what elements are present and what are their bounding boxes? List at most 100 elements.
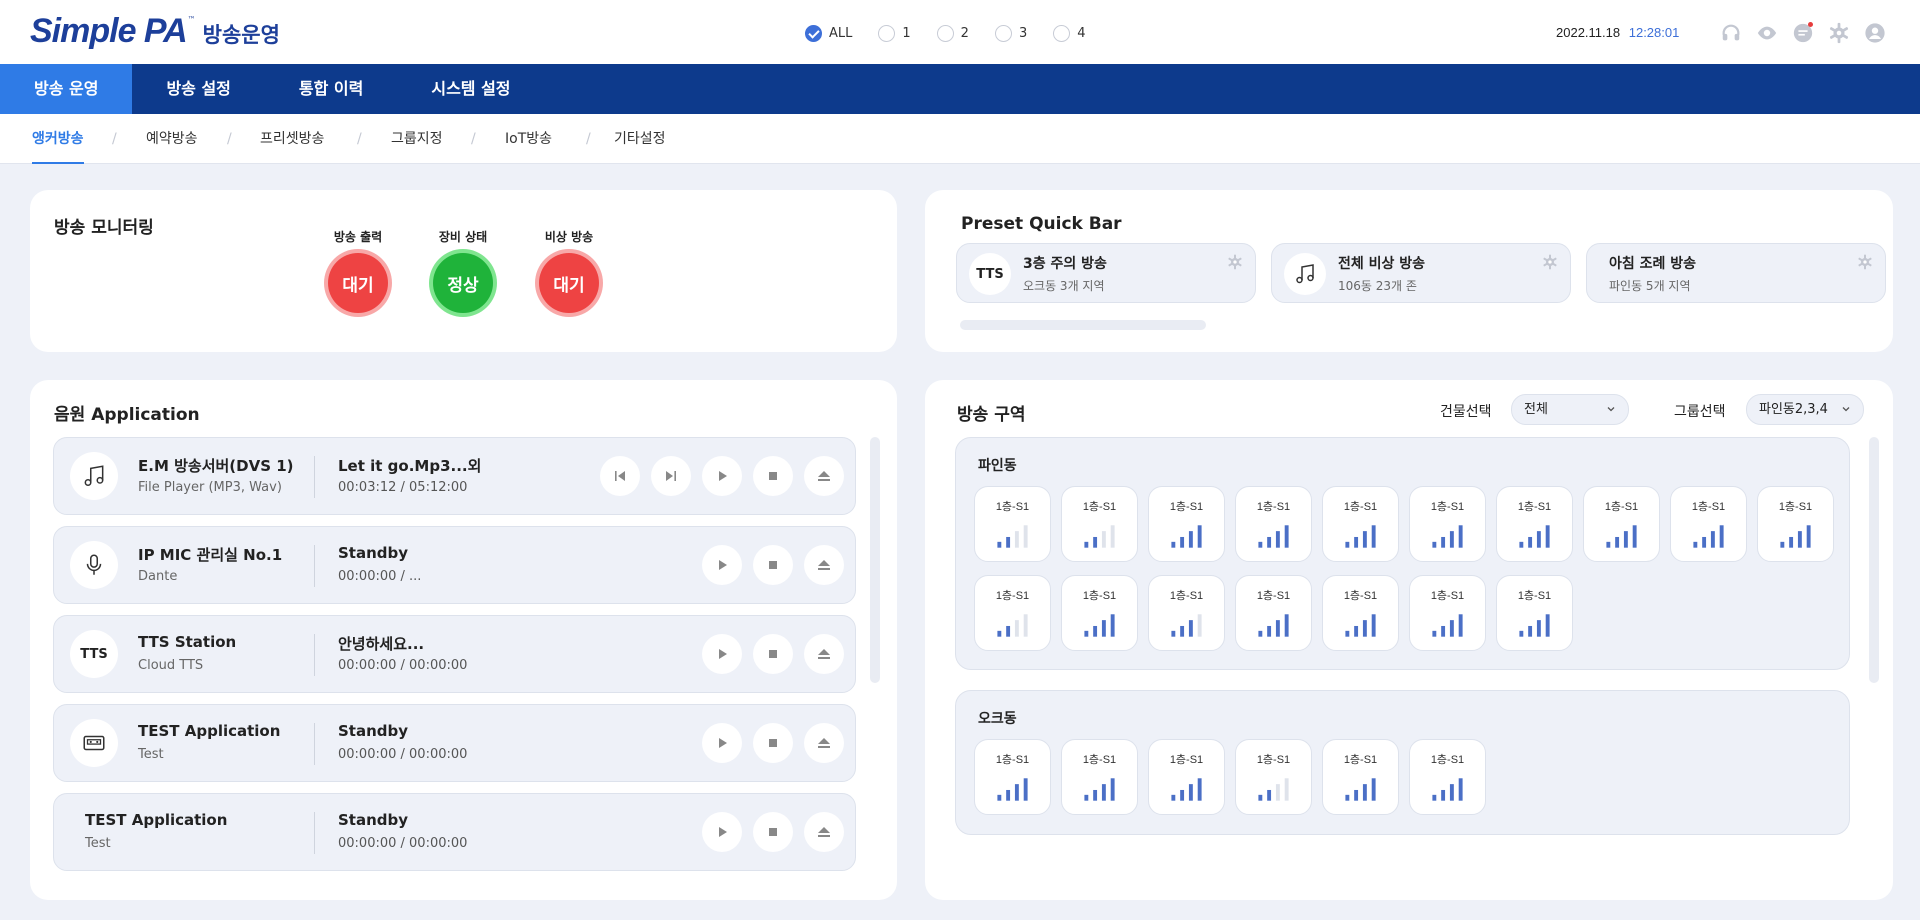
audio-row[interactable]: TEST Application Test Standby 00:00:00 /…: [53, 793, 856, 871]
preset-card[interactable]: 아침 조례 방송 파인동 5개 지역: [1586, 243, 1886, 303]
zone-cell-label: 1층-S1: [1517, 501, 1552, 513]
signal-bar: [1171, 794, 1176, 801]
signal-level-icon: [1258, 525, 1289, 548]
zone-cell[interactable]: 1층-S1: [1148, 739, 1225, 815]
nav-broadcast-operation[interactable]: 방송 운영: [0, 64, 133, 114]
filter-2-radio[interactable]: 2: [936, 25, 969, 42]
headset-icon[interactable]: [1720, 22, 1742, 44]
stop-button[interactable]: [753, 456, 793, 496]
zone-cell[interactable]: 1층-S1: [1235, 486, 1312, 562]
stop-button[interactable]: [753, 723, 793, 763]
audio-row[interactable]: IP MIC 관리실 No.1 Dante Standby 00:00:00 /…: [53, 526, 856, 604]
group-select[interactable]: 파인동2,3,4: [1746, 394, 1864, 425]
audio-scrollbar[interactable]: [870, 437, 880, 683]
previous-button[interactable]: [600, 456, 640, 496]
zone-cell[interactable]: 1층-S1: [1148, 575, 1225, 651]
signal-bar: [1171, 541, 1176, 548]
filter-4-radio[interactable]: 4: [1053, 25, 1086, 42]
stop-button[interactable]: [753, 634, 793, 674]
eject-button[interactable]: [804, 634, 844, 674]
eject-icon: [818, 560, 830, 570]
play-button[interactable]: [702, 545, 742, 585]
building-select[interactable]: 전체: [1511, 394, 1629, 425]
filter-label: 1: [902, 26, 911, 41]
signal-bar: [1615, 536, 1620, 548]
tab-iot-broadcast[interactable]: IoT방송: [505, 114, 552, 164]
stop-button[interactable]: [753, 812, 793, 852]
tab-group-assign[interactable]: 그룹지정: [391, 114, 443, 164]
tab-preset-broadcast[interactable]: 프리셋방송: [260, 114, 324, 164]
signal-bar: [1258, 794, 1263, 801]
eye-icon[interactable]: [1756, 22, 1778, 44]
settings-icon[interactable]: [1828, 22, 1850, 44]
audio-row[interactable]: E.M 방송서버(DVS 1) File Player (MP3, Wav) L…: [53, 437, 856, 515]
signal-bar: [1101, 620, 1106, 637]
logo[interactable]: Simple PA ™ 방송운영: [30, 12, 280, 51]
settings-icon[interactable]: [1857, 254, 1873, 270]
filter-all-radio[interactable]: ALL: [805, 25, 852, 42]
zone-cell-label: 1층-S1: [995, 501, 1030, 513]
zone-cell[interactable]: 1층-S1: [974, 575, 1051, 651]
preset-card[interactable]: TTS 3층 주의 방송 오크동 3개 지역: [956, 243, 1256, 303]
settings-icon[interactable]: [1542, 254, 1558, 270]
zone-cell[interactable]: 1층-S1: [974, 486, 1051, 562]
eject-icon: [818, 827, 830, 837]
nav-integrated-history[interactable]: 통합 이력: [265, 64, 397, 114]
user-icon[interactable]: [1864, 22, 1886, 44]
filter-1-radio[interactable]: 1: [878, 25, 911, 42]
zone-cell[interactable]: 1층-S1: [1061, 486, 1138, 562]
signal-bar: [1275, 531, 1280, 548]
zone-cell[interactable]: 1층-S1: [1496, 486, 1573, 562]
chevron-down-icon: [1607, 407, 1615, 412]
tab-other-settings[interactable]: 기타설정: [614, 114, 666, 164]
tab-anchor-broadcast[interactable]: 앵커방송: [32, 114, 84, 164]
audio-type: File Player (MP3, Wav): [138, 480, 282, 495]
zone-cell[interactable]: 1층-S1: [1409, 739, 1486, 815]
audio-row[interactable]: TTS TTS Station Cloud TTS 안녕하세요... 00:00…: [53, 615, 856, 693]
play-button[interactable]: [702, 723, 742, 763]
zone-cell[interactable]: 1층-S1: [1757, 486, 1834, 562]
zone-cell-label: 1층-S1: [1343, 501, 1378, 513]
signal-level-icon: [997, 525, 1028, 548]
zone-cell[interactable]: 1층-S1: [1148, 486, 1225, 562]
zone-cell[interactable]: 1층-S1: [1322, 739, 1399, 815]
zone-cell[interactable]: 1층-S1: [1409, 575, 1486, 651]
zone-cell-label: 1층-S1: [1343, 590, 1378, 602]
play-button[interactable]: [702, 812, 742, 852]
zone-cell[interactable]: 1층-S1: [974, 739, 1051, 815]
signal-bar: [1719, 525, 1724, 548]
settings-icon[interactable]: [1227, 254, 1243, 270]
eject-button[interactable]: [804, 723, 844, 763]
next-button[interactable]: [651, 456, 691, 496]
zone-cell-label: 1층-S1: [995, 754, 1030, 766]
zone-cell[interactable]: 1층-S1: [1061, 739, 1138, 815]
zone-cell[interactable]: 1층-S1: [1235, 575, 1312, 651]
preset-scrollbar[interactable]: [960, 320, 1206, 330]
preset-card[interactable]: 전체 비상 방송 106동 23개 존: [1271, 243, 1571, 303]
play-button[interactable]: [702, 456, 742, 496]
zone-cell[interactable]: 1층-S1: [1670, 486, 1747, 562]
eject-button[interactable]: [804, 545, 844, 585]
eject-button[interactable]: [804, 812, 844, 852]
tab-scheduled-broadcast[interactable]: 예약방송: [146, 114, 198, 164]
filter-3-radio[interactable]: 3: [994, 25, 1027, 42]
zones-scrollbar[interactable]: [1869, 437, 1879, 683]
nav-system-settings[interactable]: 시스템 설정: [397, 64, 544, 114]
zone-cell[interactable]: 1층-S1: [1322, 575, 1399, 651]
nav-broadcast-settings[interactable]: 방송 설정: [132, 64, 264, 114]
signal-bar: [1188, 620, 1193, 637]
zone-cell[interactable]: 1층-S1: [1235, 739, 1312, 815]
header-icons: [1720, 22, 1900, 44]
eject-button[interactable]: [804, 456, 844, 496]
zone-cell[interactable]: 1층-S1: [1409, 486, 1486, 562]
zone-cell[interactable]: 1층-S1: [1061, 575, 1138, 651]
zone-cell[interactable]: 1층-S1: [1322, 486, 1399, 562]
stop-button[interactable]: [753, 545, 793, 585]
zone-cell[interactable]: 1층-S1: [1583, 486, 1660, 562]
message-icon[interactable]: [1792, 22, 1814, 44]
play-button[interactable]: [702, 634, 742, 674]
signal-bar: [1284, 525, 1289, 548]
signal-bar: [1023, 778, 1028, 801]
zone-cell[interactable]: 1층-S1: [1496, 575, 1573, 651]
audio-row[interactable]: TEST Application Test Standby 00:00:00 /…: [53, 704, 856, 782]
